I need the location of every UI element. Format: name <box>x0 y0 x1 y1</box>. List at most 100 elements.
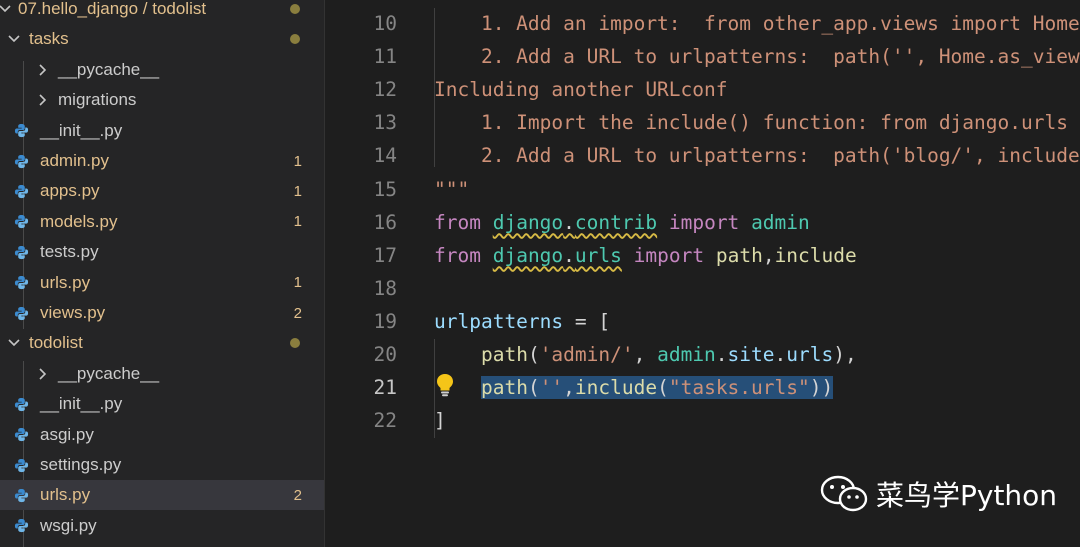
tree-folder-todolist[interactable]: todolist <box>0 328 324 358</box>
python-file-icon <box>14 458 29 472</box>
tree-file-asgi-py[interactable]: asgi.py <box>0 420 324 450</box>
code-token: include <box>774 243 857 267</box>
tree-file-models-py[interactable]: models.py 1 <box>0 207 324 237</box>
tree-file-urls-py[interactable]: urls.py 1 <box>0 268 324 298</box>
code-token: django <box>492 210 564 234</box>
tree-item-label: __init__.py <box>40 120 123 140</box>
code-token: """ <box>434 177 470 201</box>
line-number: 22 <box>373 409 397 433</box>
code-line[interactable]: 12 Including another URLconf <box>325 73 1080 106</box>
line-number: 11 <box>373 45 397 69</box>
line-number: 14 <box>373 144 397 168</box>
tree-file-apps-py[interactable]: apps.py 1 <box>0 176 324 206</box>
code-line[interactable]: 16 from django.contrib import admin <box>325 206 1080 239</box>
chevron-down-icon[interactable] <box>7 32 21 46</box>
line-number: 20 <box>373 343 397 366</box>
code-token: urls <box>786 343 834 366</box>
code-token: ] <box>434 409 446 433</box>
code-line[interactable]: 15 """ <box>325 173 1080 206</box>
chevron-right-icon[interactable] <box>36 63 50 77</box>
code-token: ), <box>833 343 857 366</box>
tree-item-label: __pycache__ <box>58 363 160 383</box>
line-number: 19 <box>373 309 397 333</box>
code-line[interactable]: 14 2. Add a URL to urlpatterns: path('bl… <box>325 139 1080 172</box>
tree-item-label: views.py <box>40 303 106 322</box>
watermark-text: 菜鸟学Python <box>876 479 1058 512</box>
tree-item-label: 07.hello_django / todolist <box>18 0 207 18</box>
tree-item-label: models.py <box>40 211 118 231</box>
line-number: 17 <box>373 243 397 267</box>
code-text: path('admin/', admin.site.urls), <box>434 338 857 371</box>
tree-file-wsgi-py[interactable]: wsgi.py <box>0 511 324 541</box>
tree-item-label: migrations <box>58 90 137 110</box>
code-token: site <box>727 343 775 366</box>
tree-item-label: __init__.py <box>40 394 123 414</box>
code-line[interactable]: 13 1. Import the include() function: fro… <box>325 106 1080 139</box>
line-number: 10 <box>373 12 397 35</box>
code-token: 1. Add an import: from other_app.views i… <box>434 12 1080 35</box>
line-number: 16 <box>373 210 397 234</box>
code-token: 1. Import the include() function: from d… <box>480 111 1080 135</box>
code-line[interactable]: 17 from django.urls import path,include <box>325 239 1080 272</box>
code-token: , <box>633 343 658 366</box>
tree-file-views-py[interactable]: views.py 2 <box>0 298 324 328</box>
code-token: django <box>492 243 564 267</box>
tree-file-init-py[interactable]: __init__.py <box>0 389 324 419</box>
code-text: 1. Add an import: from other_app.views i… <box>434 7 1080 40</box>
tree-file-init-py[interactable]: __init__.py <box>0 116 324 146</box>
tree-file-settings-py[interactable]: settings.py <box>0 450 324 480</box>
tree-folder-migrations[interactable]: migrations <box>0 85 324 115</box>
code-text: ] <box>434 404 446 437</box>
code-line[interactable]: 22] <box>325 404 1080 437</box>
code-line[interactable]: 20 path('admin/', admin.site.urls), <box>325 338 1080 371</box>
code-line[interactable]: 11 2. Add a URL to urlpatterns: path('',… <box>325 40 1080 73</box>
python-file-icon <box>14 184 29 198</box>
code-line[interactable]: 19 urlpatterns = [ <box>325 305 1080 338</box>
code-line[interactable]: 18 <box>325 272 1080 305</box>
code-token: "tasks.urls" <box>668 376 810 400</box>
code-token: 2. Add a URL to urlpatterns: path('blog/… <box>480 144 1080 168</box>
code-token: . <box>715 343 728 366</box>
watermark: 菜鸟学Python <box>820 474 1057 514</box>
tree-file-admin-py[interactable]: admin.py 1 <box>0 146 324 176</box>
tree-folder-pycache[interactable]: __pycache__ <box>0 55 324 85</box>
python-file-icon <box>14 154 29 168</box>
code-token: 'admin/' <box>539 343 634 366</box>
tree-item-label: wsgi.py <box>40 515 97 535</box>
code-text: path('',include("tasks.urls")) <box>434 371 834 404</box>
problem-count-badge: 1 <box>293 152 302 170</box>
modified-dot-icon <box>290 4 300 14</box>
tree-folder-tasks[interactable]: tasks <box>0 24 324 54</box>
code-token: )) <box>809 376 834 400</box>
problem-count-badge: 1 <box>293 182 302 200</box>
code-token: ( <box>527 376 540 400</box>
tree-item-label: apps.py <box>40 181 100 201</box>
code-token: 2. Add a URL to urlpatterns: path('', Ho… <box>480 45 1080 69</box>
code-token: contrib <box>574 210 658 234</box>
line-number: 12 <box>373 78 397 102</box>
tree-folder-pycache[interactable]: __pycache__ <box>0 359 324 389</box>
code-token: Including another URLconf <box>434 78 728 102</box>
tree-file-urls-py[interactable]: urls.py 2 <box>0 480 324 511</box>
chevron-down-icon[interactable] <box>0 2 12 16</box>
code-line[interactable]: 21 path('',include("tasks.urls")) <box>325 371 1080 404</box>
code-token: path <box>480 343 528 366</box>
tree-path-07-hello-django-todolist[interactable]: 07.hello_django / todolist <box>0 0 324 24</box>
tree-item-label: settings.py <box>40 455 122 474</box>
tree-file-tests-py[interactable]: tests.py <box>0 237 324 267</box>
code-line[interactable]: 10 1. Add an import: from other_app.view… <box>325 7 1080 40</box>
code-editor[interactable]: 10 1. Add an import: from other_app.view… <box>325 0 1080 547</box>
python-file-icon <box>14 245 29 259</box>
code-token: . <box>774 343 787 366</box>
code-token: import <box>668 210 740 234</box>
wechat-icon <box>820 475 868 512</box>
code-token: from <box>434 210 481 234</box>
chevron-right-icon[interactable] <box>36 367 50 381</box>
code-text: Including another URLconf <box>434 73 728 106</box>
code-text: from django.urls import path,include <box>434 239 857 272</box>
line-number: 13 <box>373 111 397 135</box>
chevron-down-icon[interactable] <box>7 336 21 350</box>
chevron-right-icon[interactable] <box>36 93 50 107</box>
